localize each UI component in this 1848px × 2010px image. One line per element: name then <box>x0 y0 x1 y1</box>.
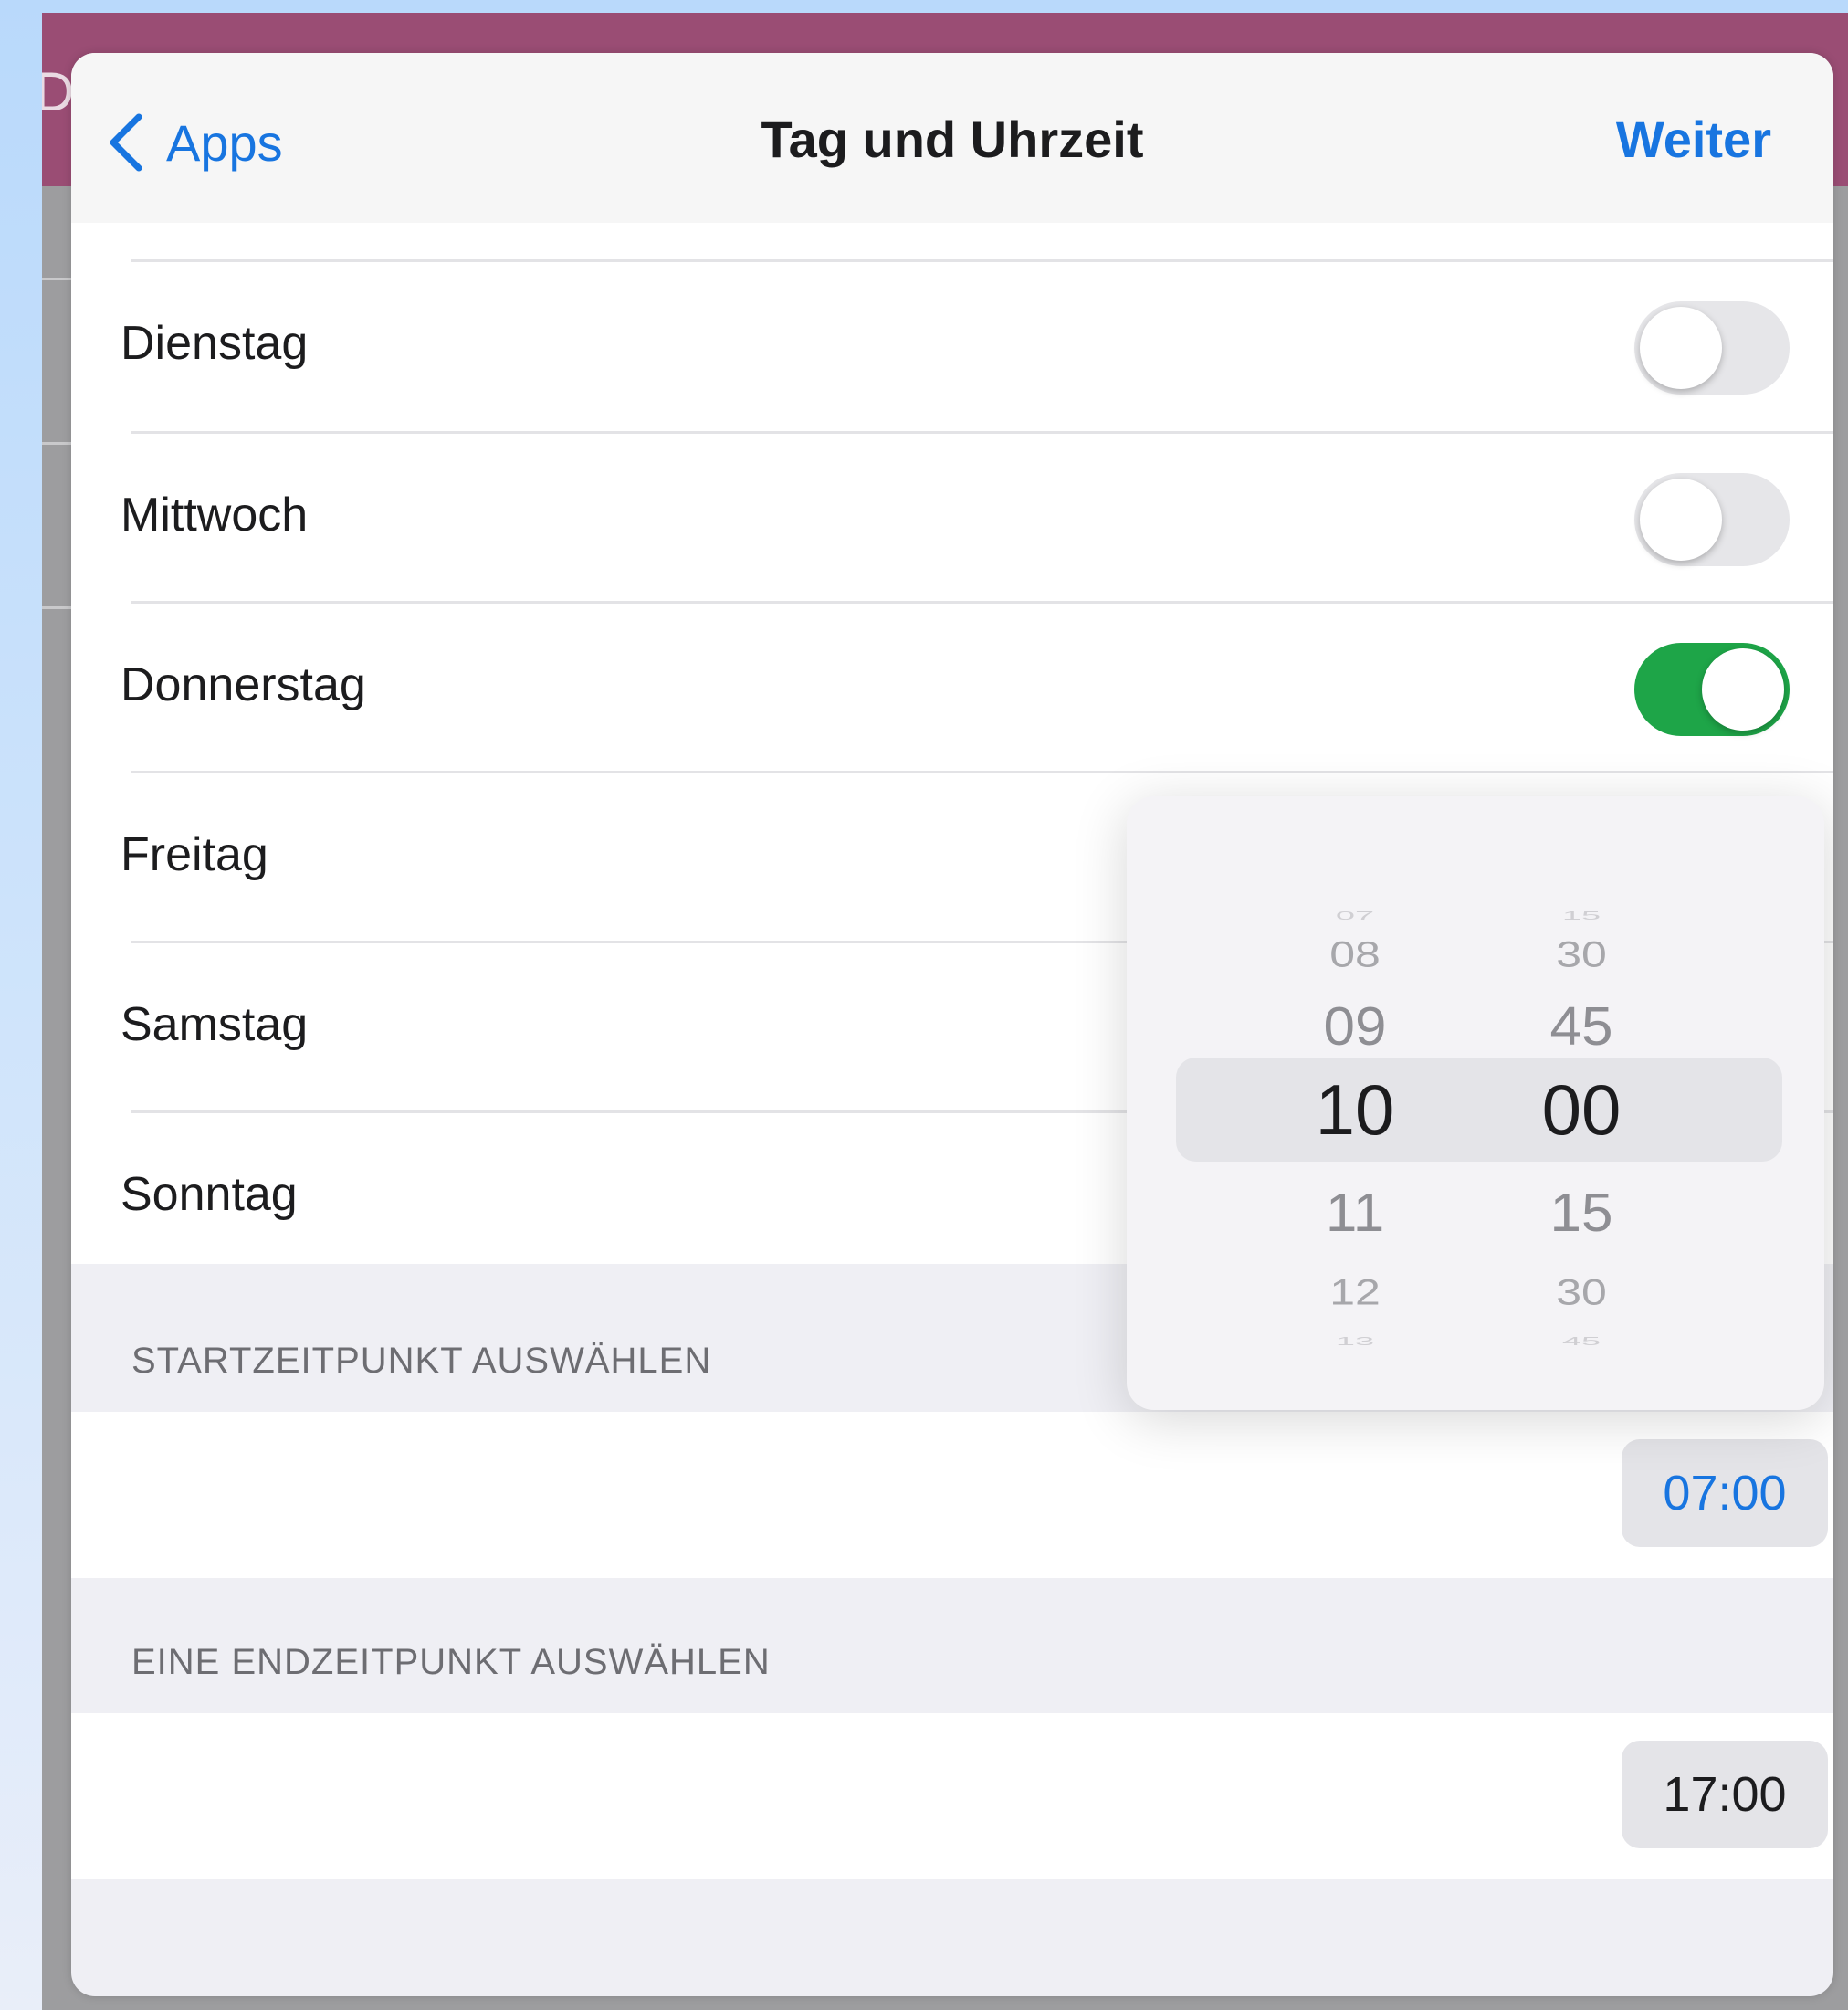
hour-item[interactable]: 13 <box>1264 1323 1446 1360</box>
day-label: Dienstag <box>121 317 309 370</box>
hour-wheel[interactable]: 07 08 09 10 11 12 13 <box>1264 796 1446 1410</box>
minute-item[interactable]: 15 <box>1490 1164 1673 1263</box>
next-button[interactable]: Weiter <box>1616 110 1771 169</box>
day-row-dienstag[interactable]: Dienstag <box>71 261 1833 431</box>
day-label: Mittwoch <box>121 489 309 542</box>
start-time-row: 07:00 <box>71 1412 1833 1578</box>
minute-wheel[interactable]: 15 30 45 00 15 30 45 <box>1490 796 1673 1410</box>
hour-item[interactable]: 12 <box>1264 1250 1446 1333</box>
start-section-header: STARTZEITPUNKT AUSWÄHLEN <box>131 1341 712 1381</box>
end-time-button[interactable]: 17:00 <box>1622 1741 1828 1848</box>
toggle-dienstag[interactable] <box>1634 301 1790 395</box>
navigation-bar: Apps Tag und Uhrzeit Weiter <box>71 53 1833 223</box>
toggle-knob <box>1702 648 1784 731</box>
day-label: Sonntag <box>121 1168 298 1221</box>
toggle-donnerstag[interactable] <box>1634 643 1790 736</box>
end-time-row: 17:00 <box>71 1713 1833 1879</box>
minute-item[interactable]: 45 <box>1490 1323 1673 1360</box>
hour-item[interactable]: 11 <box>1264 1164 1446 1263</box>
background-title-fragment: D <box>42 61 75 122</box>
start-time-button[interactable]: 07:00 <box>1622 1439 1828 1547</box>
hour-selected-item[interactable]: 10 <box>1264 1058 1446 1162</box>
toggle-knob <box>1640 479 1722 561</box>
page-title: Tag und Uhrzeit <box>761 110 1144 168</box>
toggle-knob <box>1640 307 1722 389</box>
minute-item[interactable]: 30 <box>1490 1250 1673 1333</box>
time-picker-popover[interactable]: 07 08 09 10 11 12 13 15 30 45 00 15 30 45 <box>1127 796 1824 1410</box>
day-label: Donnerstag <box>121 658 366 711</box>
minute-selected-item[interactable]: 00 <box>1490 1058 1673 1162</box>
day-label: Samstag <box>121 998 309 1051</box>
day-label: Freitag <box>121 828 268 881</box>
day-row-donnerstag[interactable]: Donnerstag <box>71 603 1833 773</box>
end-section-header: EINE ENDZEITPUNKT AUSWÄHLEN <box>131 1642 771 1682</box>
modal-sheet: Apps Tag und Uhrzeit Weiter Dienstag Mit… <box>71 53 1833 1996</box>
toggle-mittwoch[interactable] <box>1634 473 1790 566</box>
day-row-mittwoch[interactable]: Mittwoch <box>71 433 1833 603</box>
